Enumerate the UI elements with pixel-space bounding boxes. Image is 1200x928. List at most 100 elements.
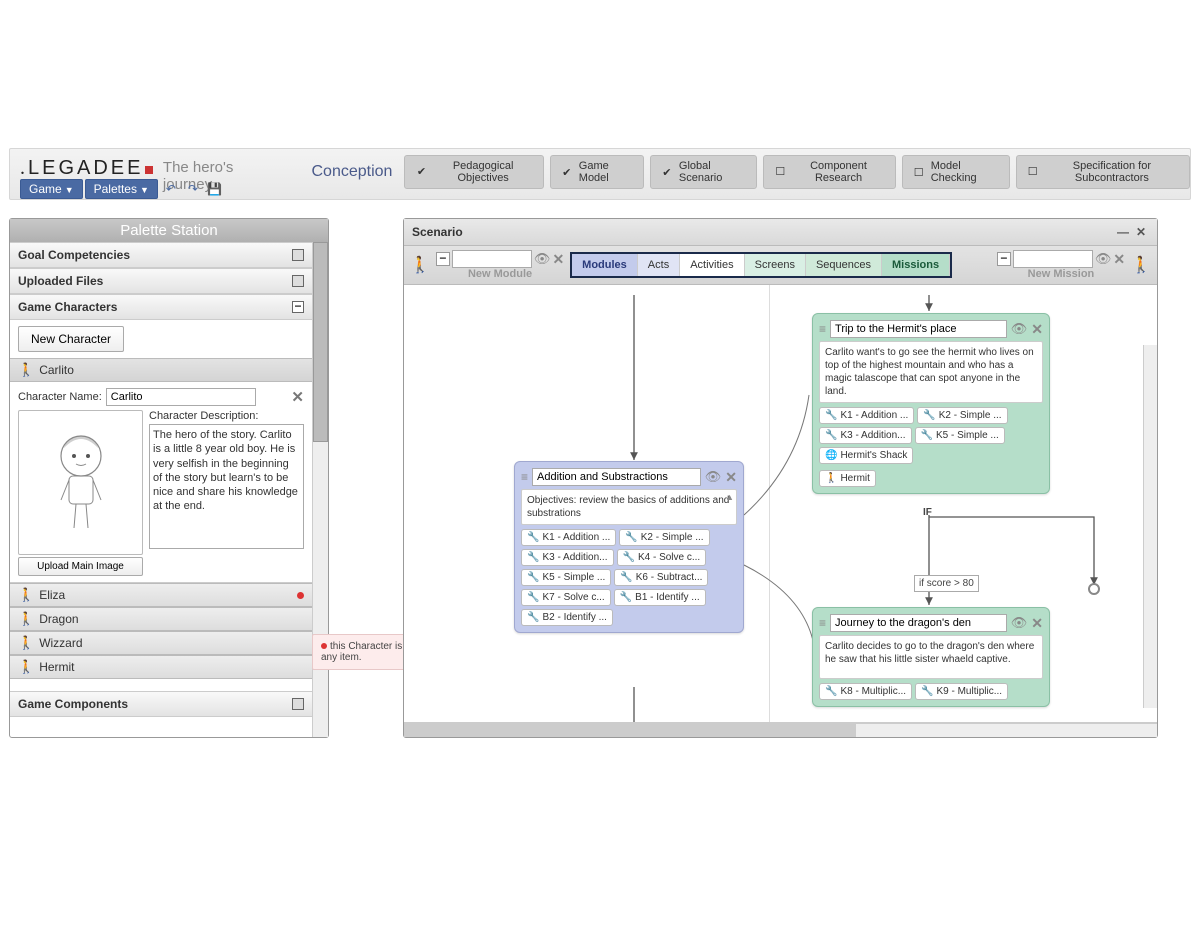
drag-icon[interactable]: ≡ bbox=[521, 470, 528, 484]
eye-icon[interactable]: 👁 bbox=[705, 469, 722, 485]
section-game-components[interactable]: Game Components bbox=[10, 691, 312, 717]
close-icon[interactable]: ✕ bbox=[291, 388, 304, 406]
stage-label: Conception bbox=[291, 149, 404, 181]
eye-icon[interactable]: 👁 bbox=[1011, 321, 1028, 337]
mission-title-input[interactable] bbox=[830, 614, 1007, 632]
mission-body[interactable]: Carlito decides to go to the dragon's de… bbox=[819, 635, 1043, 679]
check-icon: ✔ bbox=[661, 165, 673, 179]
minus-icon[interactable]: − bbox=[997, 252, 1011, 266]
character-row-eliza[interactable]: 🚶Eliza bbox=[10, 583, 312, 607]
competency-chip[interactable]: 🔧K8 - Multiplic... bbox=[819, 683, 912, 700]
branch-terminal[interactable] bbox=[1088, 583, 1100, 595]
new-mission-label: New Mission bbox=[1028, 268, 1095, 280]
unchecked-icon: ☐ bbox=[1027, 165, 1039, 179]
competency-chip[interactable]: 🔧B1 - Identify ... bbox=[614, 589, 706, 606]
close-icon[interactable]: ✕ bbox=[1133, 224, 1149, 240]
competency-chip[interactable]: 🔧K4 - Solve c... bbox=[617, 549, 707, 566]
module-body[interactable]: Objectives: review the basics of additio… bbox=[521, 489, 737, 525]
minimize-icon[interactable]: — bbox=[1115, 224, 1131, 240]
mission-node-dragon[interactable]: ≡ 👁 ✕ Carlito decides to go to the drago… bbox=[812, 607, 1050, 707]
competency-chip[interactable]: 🔧K7 - Solve c... bbox=[521, 589, 611, 606]
popout-icon[interactable] bbox=[292, 698, 304, 710]
stage-model-checking[interactable]: ☐Model Checking bbox=[902, 155, 1010, 189]
section-uploaded-files[interactable]: Uploaded Files bbox=[10, 268, 312, 294]
warning-dot-icon bbox=[297, 592, 304, 599]
stage-pedagogical[interactable]: ✔Pedagogical Objectives bbox=[404, 155, 543, 189]
collapse-icon[interactable]: − bbox=[292, 301, 304, 313]
wrench-icon: 🔧 bbox=[825, 686, 837, 697]
close-icon[interactable]: ✕ bbox=[1031, 615, 1043, 632]
competency-chip[interactable]: 🔧K5 - Simple ... bbox=[521, 569, 611, 586]
stage-specification[interactable]: ☐Specification for Subcontractors bbox=[1016, 155, 1190, 189]
competency-chip[interactable]: 🔧K6 - Subtract... bbox=[614, 569, 708, 586]
eye-icon[interactable]: 👁 bbox=[534, 251, 551, 267]
character-row-wizzard[interactable]: 🚶Wizzard bbox=[10, 631, 312, 655]
palettes-menu[interactable]: Palettes▼ bbox=[85, 179, 158, 199]
mission-title-input[interactable] bbox=[830, 320, 1007, 338]
character-row-carlito[interactable]: 🚶Carlito bbox=[10, 358, 312, 382]
module-node[interactable]: ≡ 👁 ✕ Objectives: review the basics of a… bbox=[514, 461, 744, 633]
canvas-vscroll[interactable] bbox=[1143, 345, 1157, 708]
game-menu[interactable]: Game▼ bbox=[20, 179, 83, 199]
competency-chip[interactable]: 🔧K9 - Multiplic... bbox=[915, 683, 1008, 700]
character-name-input[interactable] bbox=[106, 388, 256, 406]
scenario-tabs: Modules Acts Activities Screens Sequence… bbox=[570, 252, 952, 278]
warning-dot-icon bbox=[321, 643, 327, 649]
upload-image-button[interactable]: Upload Main Image bbox=[18, 557, 143, 576]
new-mission-input[interactable] bbox=[1013, 250, 1093, 268]
workflow-stages: ✔Pedagogical Objectives ✔Game Model ✔Glo… bbox=[404, 149, 1190, 189]
popout-icon[interactable] bbox=[292, 249, 304, 261]
save-icon[interactable]: 💾 bbox=[206, 180, 224, 198]
close-icon[interactable]: ✕ bbox=[1031, 321, 1043, 338]
section-game-characters[interactable]: Game Characters− bbox=[10, 294, 312, 320]
tab-screens[interactable]: Screens bbox=[745, 254, 806, 276]
tab-sequences[interactable]: Sequences bbox=[806, 254, 882, 276]
competency-chip[interactable]: 🔧K1 - Addition ... bbox=[819, 407, 914, 424]
drag-icon[interactable]: ≡ bbox=[819, 322, 826, 336]
stage-game-model[interactable]: ✔Game Model bbox=[550, 155, 644, 189]
person-icon: 🚶 bbox=[825, 473, 837, 484]
competency-chip[interactable]: 🔧K5 - Simple ... bbox=[915, 427, 1005, 444]
close-icon[interactable]: ✕ bbox=[1113, 251, 1125, 268]
person-icon: 🚶 bbox=[18, 659, 34, 675]
eye-icon[interactable]: 👁 bbox=[1011, 615, 1028, 631]
condition-box[interactable]: if score > 80 bbox=[914, 575, 979, 592]
competency-chip[interactable]: 🔧K3 - Addition... bbox=[521, 549, 614, 566]
mission-node-hermit[interactable]: ≡ 👁 ✕ Carlito want's to go see the hermi… bbox=[812, 313, 1050, 494]
character-row-hermit[interactable]: 🚶Hermit bbox=[10, 655, 312, 679]
minus-icon[interactable]: − bbox=[436, 252, 450, 266]
drag-icon[interactable]: ≡ bbox=[819, 616, 826, 630]
competency-chip[interactable]: 🔧B2 - Identify ... bbox=[521, 609, 613, 626]
tab-acts[interactable]: Acts bbox=[638, 254, 680, 276]
module-title-input[interactable] bbox=[532, 468, 701, 486]
popout-icon[interactable] bbox=[292, 275, 304, 287]
mission-body[interactable]: Carlito want's to go see the hermit who … bbox=[819, 341, 1043, 403]
stage-component-research[interactable]: ☐Component Research bbox=[763, 155, 895, 189]
close-icon[interactable]: ✕ bbox=[552, 251, 564, 268]
tab-activities[interactable]: Activities bbox=[680, 254, 744, 276]
close-icon[interactable]: ✕ bbox=[725, 469, 737, 486]
undo-icon[interactable]: ↶ bbox=[162, 180, 180, 198]
place-chip[interactable]: 🌐Hermit's Shack bbox=[819, 447, 913, 464]
new-character-button[interactable]: New Character bbox=[18, 326, 124, 352]
wrench-icon: 🔧 bbox=[527, 612, 539, 623]
section-goal-competencies[interactable]: Goal Competencies bbox=[10, 242, 312, 268]
redo-icon[interactable]: ↷ bbox=[184, 180, 202, 198]
canvas-hscroll[interactable] bbox=[404, 723, 1157, 737]
new-module-input[interactable] bbox=[452, 250, 532, 268]
competency-chip[interactable]: 🔧K1 - Addition ... bbox=[521, 529, 616, 546]
globe-icon: 🌐 bbox=[825, 450, 837, 461]
character-row-dragon[interactable]: 🚶Dragon bbox=[10, 607, 312, 631]
eye-icon[interactable]: 👁 bbox=[1095, 251, 1112, 267]
tab-modules[interactable]: Modules bbox=[572, 254, 638, 276]
palette-station-panel: Palette Station Goal Competencies Upload… bbox=[9, 218, 329, 738]
tab-missions[interactable]: Missions bbox=[882, 254, 950, 276]
stage-global-scenario[interactable]: ✔Global Scenario bbox=[650, 155, 757, 189]
scenario-canvas[interactable]: ≡ 👁 ✕ Objectives: review the basics of a… bbox=[404, 285, 1157, 723]
character-description[interactable]: The hero of the story. Carlito is a litt… bbox=[149, 424, 304, 549]
person-chip[interactable]: 🚶Hermit bbox=[819, 470, 876, 487]
competency-chip[interactable]: 🔧K2 - Simple ... bbox=[619, 529, 709, 546]
person-icon: 🚶 bbox=[18, 611, 34, 627]
competency-chip[interactable]: 🔧K2 - Simple ... bbox=[917, 407, 1007, 424]
competency-chip[interactable]: 🔧K3 - Addition... bbox=[819, 427, 912, 444]
